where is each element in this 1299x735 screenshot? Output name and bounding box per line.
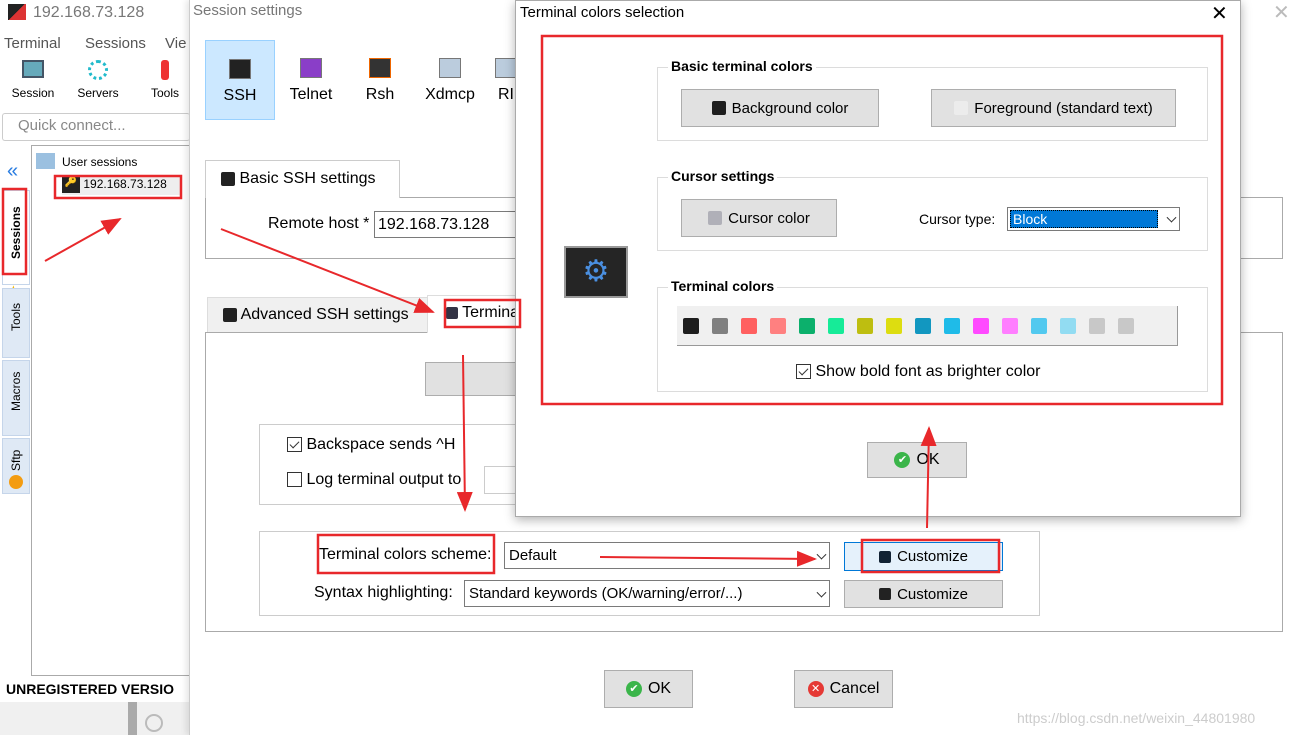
splitter	[128, 702, 137, 735]
chevron-down-icon	[1166, 212, 1177, 223]
close-icon[interactable]: ✕	[1273, 0, 1290, 25]
rsh-icon	[369, 58, 391, 78]
color-swatch-3[interactable]	[770, 317, 786, 334]
key-icon	[229, 59, 251, 79]
tab-basic-ssh[interactable]: Basic SSH settings	[205, 160, 400, 198]
background-color-button[interactable]: Background color	[681, 89, 879, 127]
tools-icon	[161, 60, 169, 80]
black-swatch-icon	[711, 101, 726, 115]
white-swatch-icon	[954, 101, 969, 115]
user-folder-icon	[36, 153, 55, 169]
syntax-icon	[879, 588, 892, 600]
crosshair-icon	[145, 714, 163, 732]
tab-terminal[interactable]: Termina	[427, 295, 522, 333]
protocol-rsh[interactable]: Rsh	[345, 40, 415, 120]
foreground-color-button[interactable]: Foreground (standard text)	[931, 89, 1176, 127]
window-title: 192.168.73.128	[33, 4, 145, 21]
servers-button[interactable]: Servers	[70, 60, 126, 100]
status-text: UNREGISTERED VERSIO	[6, 681, 175, 697]
main-window: 192.168.73.128 Terminal Sessions Vie Ses…	[0, 0, 190, 735]
session-tree: User sessions 🔑 192.168.73.128	[31, 145, 190, 676]
chevron-down-icon	[816, 549, 827, 560]
color-swatch-6[interactable]	[857, 317, 873, 334]
dialog-title: Session settings	[193, 2, 303, 19]
check-icon: ✔	[894, 452, 911, 468]
xdmcp-icon	[439, 58, 461, 78]
sftp-icon	[9, 475, 23, 489]
cancel-button[interactable]: ✕ Cancel	[794, 670, 893, 708]
color-swatch-11[interactable]	[1002, 317, 1018, 334]
key-icon: 🔑	[62, 177, 80, 193]
menu-view[interactable]: Vie	[165, 35, 186, 52]
cursor-color-button[interactable]: Cursor color	[681, 199, 837, 237]
terminal-colors-dialog: Terminal colors selection ✕ ⚙ Basic term…	[515, 0, 1241, 517]
color-swatch-5[interactable]	[828, 317, 844, 334]
ok-button[interactable]: ✔ OK	[604, 670, 693, 708]
hidden-button[interactable]	[425, 362, 525, 396]
check-icon: ✔	[625, 681, 642, 697]
cancel-icon: ✕	[807, 681, 824, 697]
protocol-telnet[interactable]: Telnet	[276, 40, 346, 120]
swatch-bar	[677, 306, 1178, 346]
tree-root[interactable]: User sessions	[62, 155, 137, 169]
tab-sftp[interactable]: Sftp	[2, 438, 30, 494]
color-swatch-14[interactable]	[1089, 317, 1105, 334]
telnet-icon	[300, 58, 322, 78]
chevron-down-icon	[816, 587, 827, 598]
color-swatch-0[interactable]	[683, 317, 699, 334]
log-checkbox[interactable]: Log terminal output to	[287, 471, 461, 489]
servers-icon	[88, 60, 108, 80]
grey-swatch-icon	[708, 211, 723, 225]
color-swatch-12[interactable]	[1031, 317, 1047, 334]
tab-tools[interactable]: Tools	[2, 288, 30, 358]
protocol-rdp[interactable]: RI	[495, 40, 517, 120]
tab-macros[interactable]: Macros	[2, 360, 30, 436]
collapse-icon[interactable]: «	[7, 160, 18, 183]
colors-ok-button[interactable]: ✔ OK	[867, 442, 967, 478]
rdp-icon	[495, 58, 517, 78]
gear-icon: ⚙	[564, 246, 628, 298]
session-icon	[22, 60, 44, 78]
remote-host-label: Remote host *	[268, 215, 370, 232]
color-swatch-15[interactable]	[1118, 317, 1134, 334]
key-icon	[221, 171, 235, 186]
cursor-type-label: Cursor type:	[919, 211, 996, 227]
syntax-select[interactable]: Standard keywords (OK/warning/error/...)	[464, 580, 830, 607]
color-swatch-9[interactable]	[944, 317, 960, 334]
color-swatch-7[interactable]	[886, 317, 902, 334]
customize-syntax-button[interactable]: Customize	[844, 580, 1003, 608]
cursor-type-select[interactable]: Block	[1007, 207, 1180, 231]
colors-scheme-select[interactable]: Default	[504, 542, 830, 569]
backspace-checkbox[interactable]: Backspace sends ^H	[287, 436, 455, 454]
protocol-ssh[interactable]: SSH	[205, 40, 275, 120]
dialog-title: Terminal colors selection	[520, 4, 685, 21]
tools-button[interactable]: Tools	[140, 60, 190, 100]
quick-connect-input[interactable]: Quick connect...	[2, 113, 190, 141]
remote-host-input[interactable]: 192.168.73.128	[374, 211, 524, 238]
terminal-gear-icon	[446, 306, 458, 319]
color-swatch-4[interactable]	[799, 317, 815, 334]
tab-sessions[interactable]: Sessions★	[2, 190, 30, 297]
customize-colors-button[interactable]: Customize	[844, 542, 1003, 571]
close-icon[interactable]: ✕	[1211, 1, 1228, 26]
color-swatch-10[interactable]	[973, 317, 989, 334]
menu-terminal[interactable]: Terminal	[4, 35, 61, 52]
bold-brighter-checkbox[interactable]: Show bold font as brighter color	[796, 363, 1040, 381]
terminal-gear-icon	[879, 550, 892, 563]
tab-advanced-ssh[interactable]: Advanced SSH settings	[207, 297, 428, 333]
color-swatch-1[interactable]	[712, 317, 728, 334]
syntax-label: Syntax highlighting:	[314, 584, 453, 601]
colors-scheme-label: Terminal colors scheme:	[319, 546, 492, 563]
tree-item-session[interactable]: 🔑 192.168.73.128	[62, 177, 182, 195]
color-swatch-2[interactable]	[741, 317, 757, 334]
menu-sessions[interactable]: Sessions	[85, 35, 146, 52]
app-logo-icon	[8, 4, 26, 20]
watermark: https://blog.csdn.net/weixin_44801980	[1017, 710, 1256, 726]
key-icon	[223, 307, 237, 322]
session-button[interactable]: Session	[6, 60, 60, 100]
protocol-xdmcp[interactable]: Xdmcp	[415, 40, 485, 120]
color-swatch-13[interactable]	[1060, 317, 1076, 334]
color-swatch-8[interactable]	[915, 317, 931, 334]
